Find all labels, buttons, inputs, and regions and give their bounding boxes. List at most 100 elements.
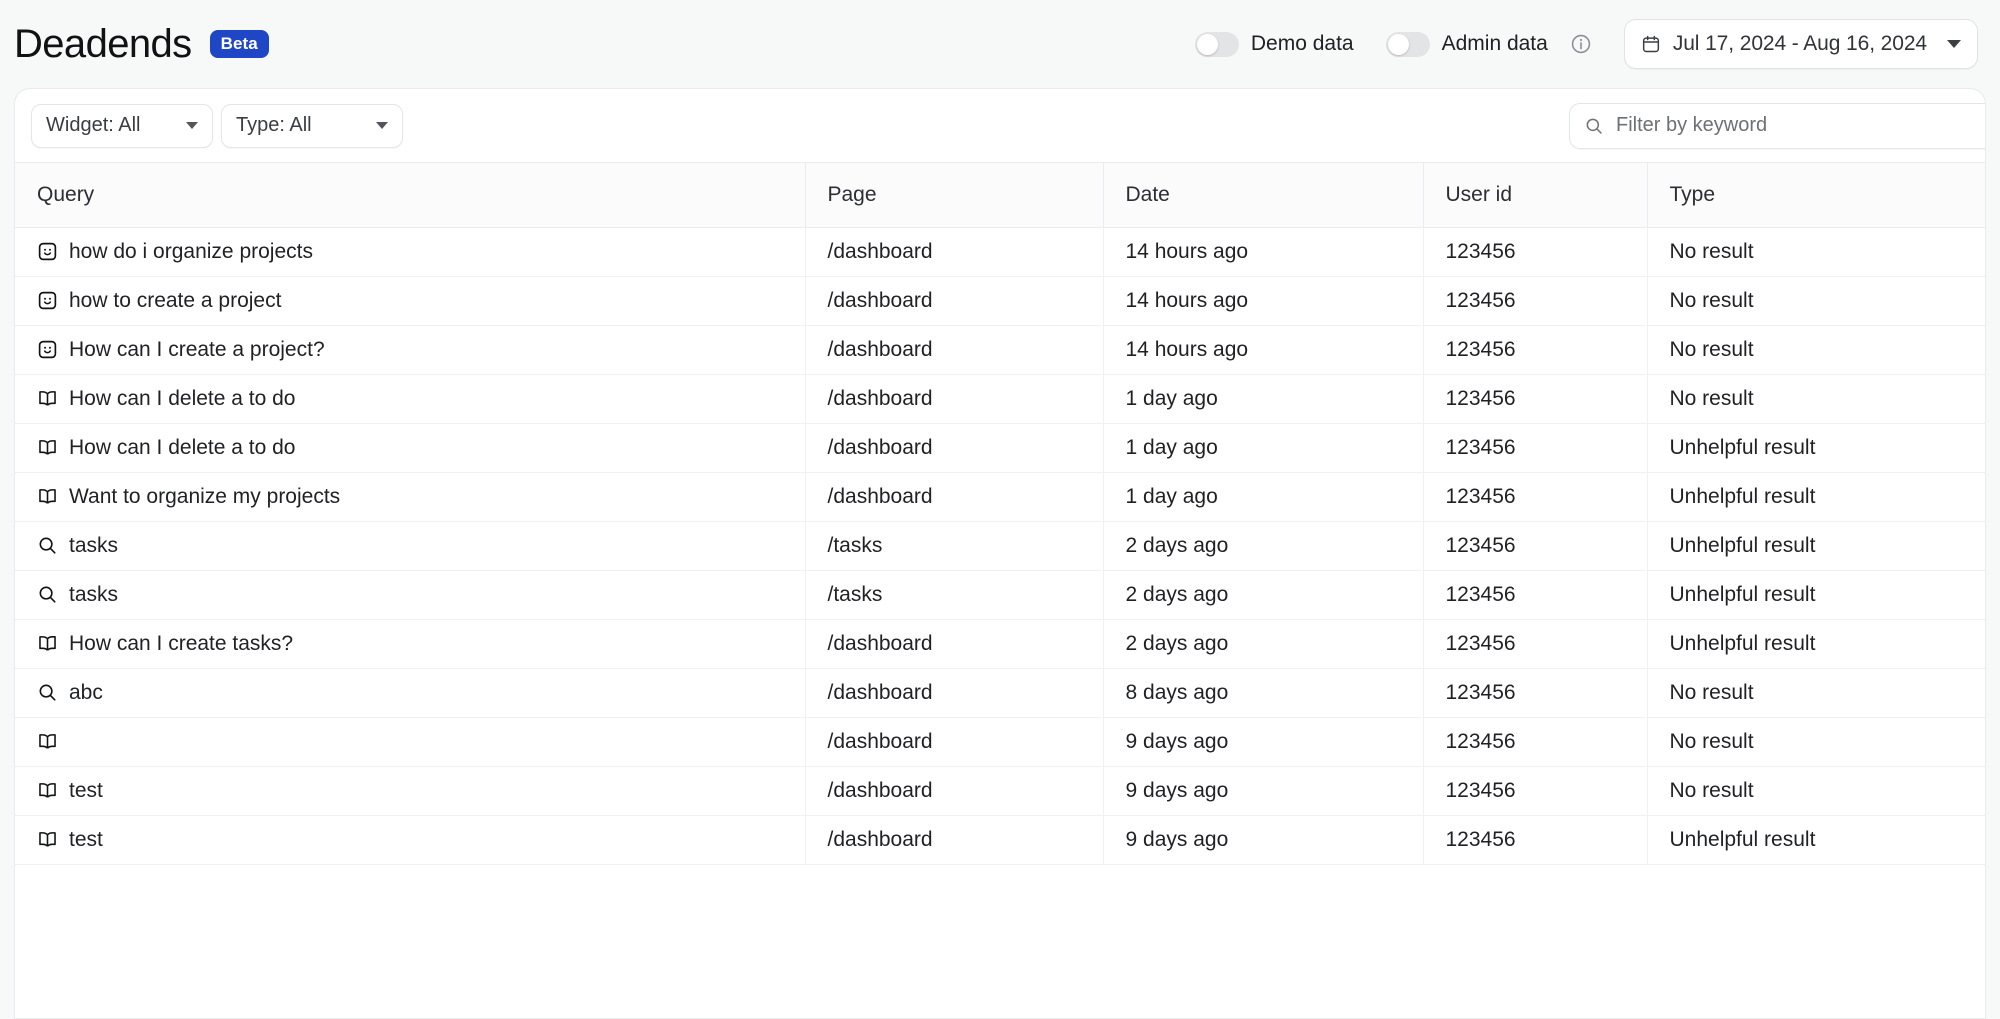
query-cell-content: abc <box>37 682 804 703</box>
type-filter-label: Type: All <box>236 114 312 136</box>
app-header: Deadends Beta Demo data Admin data Jul 1… <box>0 0 2000 88</box>
query-text: tasks <box>69 534 119 557</box>
filter-bar: Widget: All Type: All <box>15 89 1985 163</box>
query-text: Want to organize my projects <box>69 485 341 508</box>
table-row[interactable]: How can I create tasks? /dashboard 2 days … <box>15 619 1985 669</box>
title-group: Deadends Beta <box>14 24 269 64</box>
chevron-down-icon <box>186 122 198 129</box>
admin-data-toggle[interactable] <box>1385 31 1430 57</box>
date-range-picker[interactable]: Jul 17, 2024 - Aug 16, 2024 <box>1623 19 1978 69</box>
cell-user-id: 123456 <box>1423 815 1648 865</box>
cell-date: 9 days ago <box>1103 766 1424 816</box>
cell-type: No result <box>1647 717 1985 767</box>
demo-data-label: Demo data <box>1250 32 1354 55</box>
query-cell-content: tasks <box>37 583 804 606</box>
type-filter-select[interactable]: Type: All <box>221 103 403 148</box>
widget-filter-label: Widget: All <box>46 114 141 136</box>
cell-date: 1 day ago <box>1103 472 1424 522</box>
book-icon <box>39 440 56 455</box>
table-header: Query Page Date User id Type <box>15 163 1985 228</box>
chevron-down-icon <box>376 122 388 129</box>
cell-type: Unhelpful result <box>1647 521 1985 571</box>
date-range-value: Jul 17, 2024 - Aug 16, 2024 <box>1672 32 1927 55</box>
demo-data-toggle[interactable] <box>1194 31 1239 57</box>
cell-query: tasks <box>15 570 806 620</box>
table-row[interactable]: How can I create a project? /dashboard 14 … <box>15 325 1985 375</box>
table-row[interactable]: how to create a project/dashboard 14 hour… <box>15 276 1985 326</box>
cell-type: No result <box>1647 668 1985 718</box>
table-row[interactable]: test/dashboard 9 days ago 123456 Unhelpful … <box>15 815 1985 865</box>
cell-page: /tasks <box>805 521 1104 571</box>
column-header-user-id[interactable]: User id <box>1423 163 1648 228</box>
cell-type: Unhelpful result <box>1647 570 1985 620</box>
demo-data-toggle-group: Demo data <box>1194 31 1354 57</box>
cell-type: No result <box>1647 325 1985 375</box>
cell-page: /dashboard <box>805 276 1104 326</box>
cell-user-id: 123456 <box>1423 619 1648 669</box>
table-row[interactable]: abc/dashboard 8 days ago 123456 No result <box>15 668 1985 718</box>
cell-page: /dashboard <box>805 668 1104 718</box>
cell-user-id: 123456 <box>1423 570 1648 620</box>
cell-query: test <box>15 766 806 816</box>
query-cell-content: tasks <box>37 534 804 557</box>
query-text: how to create a project <box>69 289 282 312</box>
cell-query: How can I create tasks? <box>15 619 806 669</box>
query-text: How can I delete a to do <box>69 436 296 459</box>
book-icon <box>39 734 56 749</box>
table-row[interactable]: How can I delete a to do/dashboard 1 day … <box>15 423 1985 473</box>
calendar-icon <box>1642 35 1659 53</box>
query-text: How can I create tasks? <box>69 632 294 655</box>
table-row[interactable]: tasks/tasks 2 days ago 123456 Unhelpful res… <box>15 570 1985 620</box>
admin-data-toggle-group: Admin data <box>1385 31 1592 57</box>
table-row[interactable]: test/dashboard 9 days ago 123456 No result <box>15 766 1985 816</box>
column-header-page[interactable]: Page <box>805 163 1104 228</box>
cell-type: No result <box>1647 276 1985 326</box>
cell-type: No result <box>1647 227 1985 277</box>
cell-page: /dashboard <box>805 619 1104 669</box>
search-input[interactable] <box>1616 114 1984 137</box>
query-cell-content: test <box>37 780 804 801</box>
cell-page: /dashboard <box>805 423 1104 473</box>
cell-user-id: 123456 <box>1423 227 1648 277</box>
chevron-down-icon <box>1947 40 1961 48</box>
cell-query: tasks <box>15 521 806 571</box>
book-icon <box>39 489 56 504</box>
query-text: tasks <box>69 583 119 606</box>
cell-query: How can I delete a to do <box>15 374 806 424</box>
query-cell-content: How can I create a project? <box>37 339 804 360</box>
info-icon[interactable] <box>1570 33 1592 55</box>
cell-date: 14 hours ago <box>1103 227 1424 277</box>
table-row[interactable]: /dashboard 9 days ago 123456 No result <box>15 717 1985 767</box>
cell-user-id: 123456 <box>1423 766 1648 816</box>
cell-query: how to create a project <box>15 276 806 326</box>
cell-user-id: 123456 <box>1423 472 1648 522</box>
table-row[interactable]: how do i organize projects/dashboard 14 h… <box>15 227 1985 277</box>
cell-query: how do i organize projects <box>15 227 806 277</box>
cell-page: /dashboard <box>805 472 1104 522</box>
table-row[interactable]: Want to organize my projects/dashboard 1 … <box>15 472 1985 522</box>
search-icon <box>39 537 56 554</box>
table-header-row: Query Page Date User id Type <box>15 163 1985 228</box>
column-header-date[interactable]: Date <box>1103 163 1424 228</box>
column-header-query[interactable]: Query <box>15 163 806 228</box>
query-cell-content <box>37 731 804 752</box>
cell-page: /dashboard <box>805 227 1104 277</box>
widget-filter-select[interactable]: Widget: All <box>31 103 213 148</box>
cell-query <box>15 717 806 767</box>
query-text: How can I delete a to do <box>69 387 296 410</box>
column-header-type[interactable]: Type <box>1647 163 1985 228</box>
keyword-filter[interactable] <box>1569 102 1985 149</box>
cell-user-id: 123456 <box>1423 668 1648 718</box>
page-title: Deadends <box>14 22 192 66</box>
search-icon <box>39 586 56 603</box>
cell-user-id: 123456 <box>1423 374 1648 424</box>
table-row[interactable]: tasks/tasks 2 days ago 123456 Unhelpful res… <box>15 521 1985 571</box>
smiley-square-icon <box>38 242 57 261</box>
table-row[interactable]: How can I delete a to do/dashboard 1 day … <box>15 374 1985 424</box>
query-cell-content: How can I delete a to do <box>37 387 804 410</box>
cell-date: 14 hours ago <box>1103 276 1424 326</box>
query-cell-content: how to create a project <box>37 289 804 312</box>
cell-page: /tasks <box>805 570 1104 620</box>
cell-query: test <box>15 815 806 865</box>
search-icon <box>1586 118 1602 134</box>
